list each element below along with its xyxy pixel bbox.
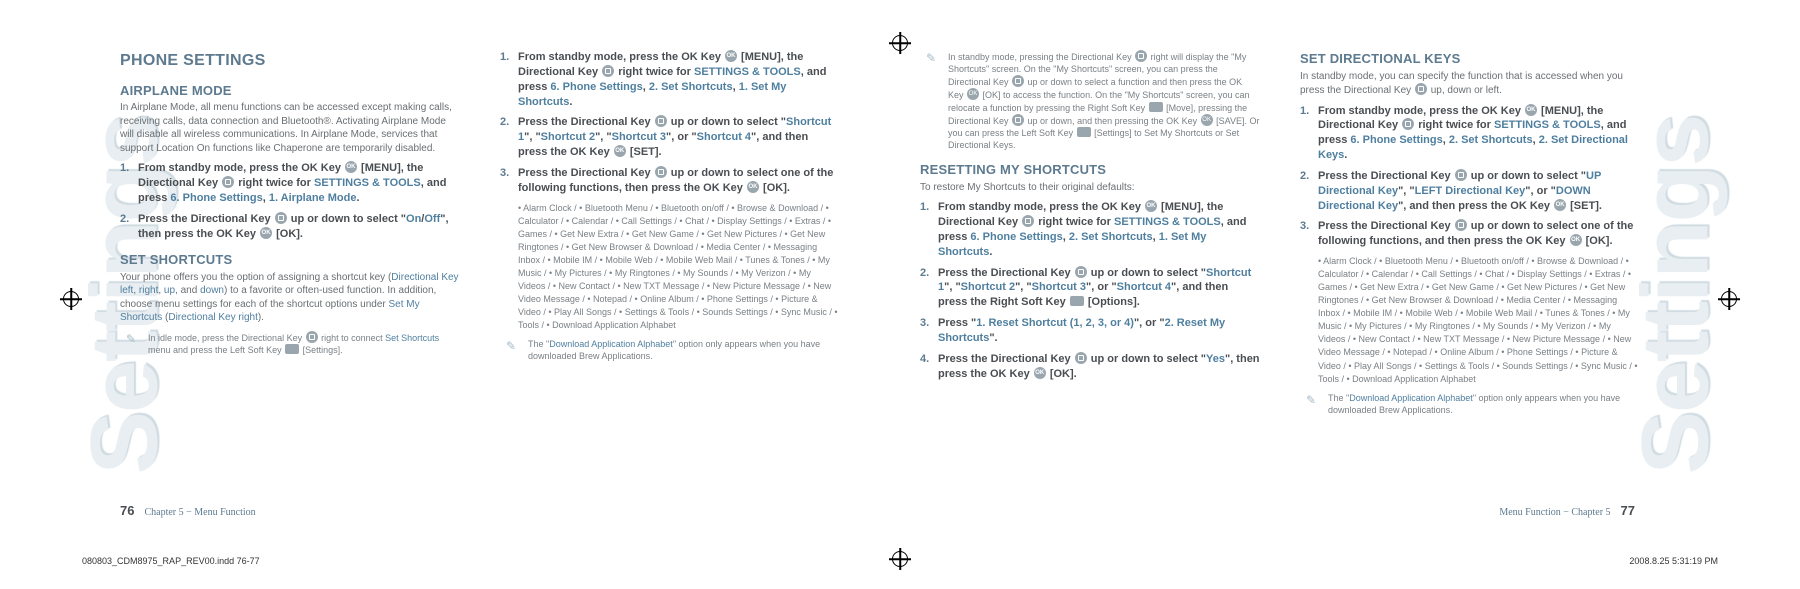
directional-key-icon xyxy=(1135,50,1147,62)
my-shortcuts-step-2: Press the Directional Key up or down to … xyxy=(500,115,840,160)
directional-key-icon xyxy=(222,176,234,188)
ok-key-icon xyxy=(967,88,979,100)
footer-right: Menu Function − Chapter 5 77 xyxy=(1499,502,1635,520)
indesign-timestamp: 2008.8.25 5:31:19 PM xyxy=(1629,555,1718,567)
set-directional-keys-heading: SET DIRECTIONAL KEYS xyxy=(1300,50,1640,68)
ok-key-icon xyxy=(1570,234,1582,246)
directional-key-icon xyxy=(1012,75,1024,87)
directional-step-2: Press the Directional Key up or down to … xyxy=(1300,169,1640,214)
reset-step-3: Press "1. Reset Shortcut (1, 2, 3, or 4)… xyxy=(920,316,1260,346)
reset-step-1: From standby mode, press the OK Key [MEN… xyxy=(920,200,1260,259)
directional-key-icon xyxy=(1075,266,1087,278)
standby-shortcuts-note: In standby mode, pressing the Directiona… xyxy=(920,50,1260,151)
download-alphabet-note: The "Download Application Alphabet" opti… xyxy=(500,338,840,362)
indesign-filename: 080803_CDM8975_RAP_REV00.indd 76-77 xyxy=(82,555,260,567)
right-soft-key-icon xyxy=(1149,102,1163,112)
set-shortcuts-heading: SET SHORTCUTS xyxy=(120,251,460,269)
airplane-mode-heading: AIRPLANE MODE xyxy=(120,82,460,100)
airplane-step-1: From standby mode, press the OK Key [MEN… xyxy=(120,161,460,206)
directional-key-icon xyxy=(306,331,318,343)
directional-steps: From standby mode, press the OK Key [MEN… xyxy=(1300,104,1640,250)
right-soft-key-icon xyxy=(1070,296,1084,306)
reset-step-2: Press the Directional Key up or down to … xyxy=(920,266,1260,311)
registration-mark-icon xyxy=(892,551,908,567)
ok-key-icon xyxy=(260,227,272,239)
directional-function-list: • Alarm Clock / • Bluetooth Menu / • Blu… xyxy=(1300,255,1640,385)
set-directional-intro: In standby mode, you can specify the fun… xyxy=(1300,70,1640,98)
ok-key-icon xyxy=(345,161,357,173)
ok-key-icon xyxy=(1034,367,1046,379)
footer-left: 76 Chapter 5 − Menu Function xyxy=(120,502,256,520)
ok-key-icon xyxy=(1554,199,1566,211)
directional-key-icon xyxy=(1022,215,1034,227)
reset-step-4: Press the Directional Key up or down to … xyxy=(920,352,1260,382)
ok-key-icon xyxy=(747,181,759,193)
page-77: In standby mode, pressing the Directiona… xyxy=(920,50,1640,530)
directional-key-icon xyxy=(1402,118,1414,130)
directional-key-icon xyxy=(655,166,667,178)
ok-key-icon xyxy=(1525,104,1537,116)
page77-col2: SET DIRECTIONAL KEYS In standby mode, yo… xyxy=(1300,50,1640,530)
ok-key-icon xyxy=(614,145,626,157)
resetting-shortcuts-heading: RESETTING MY SHORTCUTS xyxy=(920,161,1260,179)
page76-col2: From standby mode, press the OK Key [MEN… xyxy=(500,50,840,530)
ok-key-icon xyxy=(1201,114,1213,126)
registration-mark-icon xyxy=(892,35,908,51)
page77-col1: In standby mode, pressing the Directiona… xyxy=(920,50,1260,530)
download-alphabet-note-2: The "Download Application Alphabet" opti… xyxy=(1300,392,1640,416)
directional-key-icon xyxy=(1075,352,1087,364)
directional-key-icon xyxy=(1455,169,1467,181)
shortcut-function-list: • Alarm Clock / • Bluetooth Menu / • Blu… xyxy=(500,202,840,332)
page-number-77: 77 xyxy=(1621,503,1635,518)
left-soft-key-icon xyxy=(285,344,299,354)
reset-steps: From standby mode, press the OK Key [MEN… xyxy=(920,200,1260,381)
left-soft-key-icon xyxy=(1077,127,1091,137)
phone-settings-heading: PHONE SETTINGS xyxy=(120,50,460,72)
directional-key-icon xyxy=(655,115,667,127)
airplane-step-2: Press the Directional Key up or down to … xyxy=(120,212,460,242)
resetting-shortcuts-intro: To restore My Shortcuts to their origina… xyxy=(920,181,1260,195)
my-shortcuts-step-3: Press the Directional Key up or down to … xyxy=(500,166,840,196)
ok-key-icon xyxy=(1145,200,1157,212)
directional-key-icon xyxy=(1012,114,1024,126)
directional-step-1: From standby mode, press the OK Key [MEN… xyxy=(1300,104,1640,163)
page-number-76: 76 xyxy=(120,503,134,518)
airplane-steps: From standby mode, press the OK Key [MEN… xyxy=(120,161,460,241)
registration-mark-icon xyxy=(63,291,79,307)
directional-key-icon xyxy=(602,65,614,77)
my-shortcuts-step-1: From standby mode, press the OK Key [MEN… xyxy=(500,50,840,109)
airplane-intro: In Airplane Mode, all menu functions can… xyxy=(120,101,460,155)
ok-key-icon xyxy=(725,50,737,62)
chapter-label-right: Menu Function − Chapter 5 xyxy=(1499,507,1610,518)
chapter-label-left: Chapter 5 − Menu Function xyxy=(144,507,255,518)
directional-key-icon xyxy=(1415,83,1427,95)
my-shortcuts-steps: From standby mode, press the OK Key [MEN… xyxy=(500,50,840,196)
directional-key-icon xyxy=(1455,219,1467,231)
set-shortcuts-intro: Your phone offers you the option of assi… xyxy=(120,271,460,325)
page76-col1: PHONE SETTINGS AIRPLANE MODE In Airplane… xyxy=(120,50,460,530)
page-76: PHONE SETTINGS AIRPLANE MODE In Airplane… xyxy=(120,50,840,530)
registration-mark-icon xyxy=(1721,291,1737,307)
set-shortcuts-note: In idle mode, press the Directional Key … xyxy=(120,331,460,356)
directional-key-icon xyxy=(275,212,287,224)
directional-step-3: Press the Directional Key up or down to … xyxy=(1300,219,1640,249)
